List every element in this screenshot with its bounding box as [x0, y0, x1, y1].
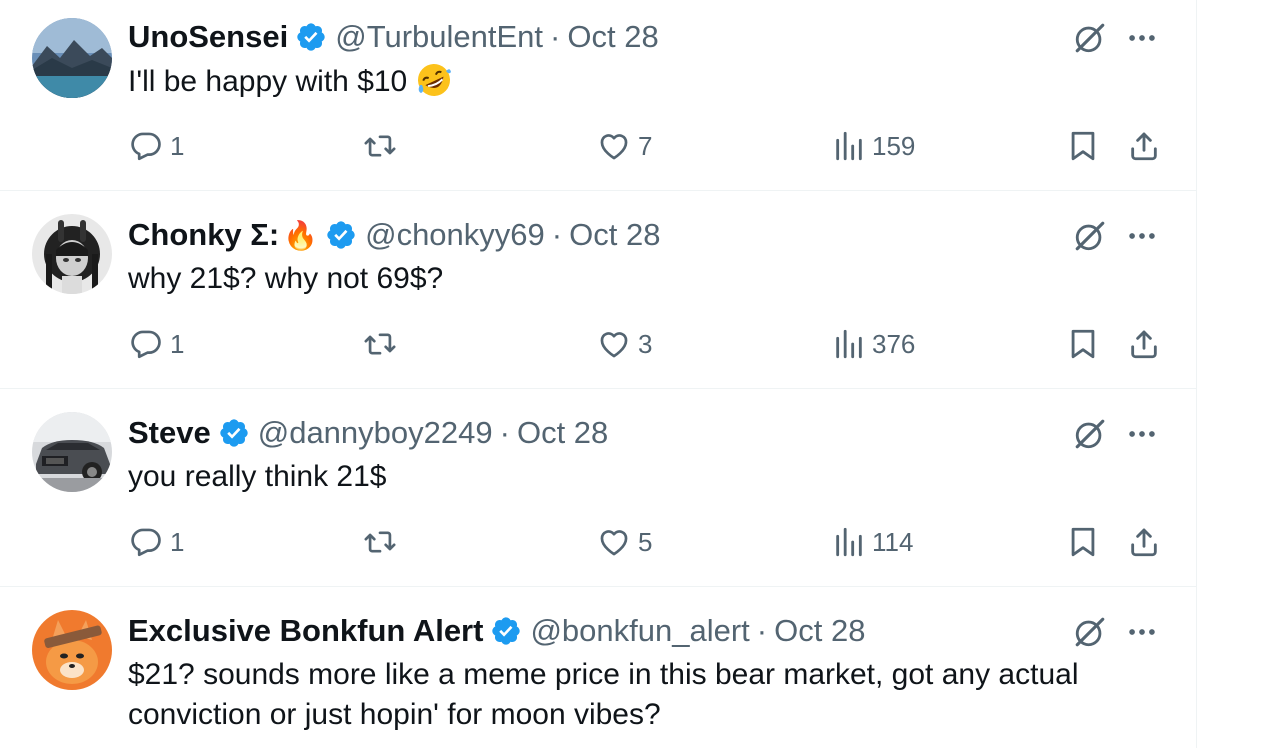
- tweet-text: you really think 21$: [128, 460, 387, 493]
- bookmark-icon: [1066, 129, 1100, 163]
- heart-icon: [596, 129, 632, 163]
- retweet-button[interactable]: [360, 327, 400, 361]
- author-handle[interactable]: @chonkyy69: [365, 217, 545, 253]
- author-handle[interactable]: @bonkfun_alert: [530, 613, 749, 649]
- reply-icon: [128, 129, 164, 163]
- avatar[interactable]: [32, 18, 112, 98]
- author-handle[interactable]: @dannyboy2249: [258, 415, 493, 451]
- share-icon: [1126, 327, 1162, 361]
- author-name[interactable]: Exclusive Bonkfun Alert: [128, 613, 483, 649]
- tweet-text: $21? sounds more like a meme price in th…: [128, 658, 1079, 731]
- share-icon: [1126, 129, 1162, 163]
- timestamp[interactable]: Oct 28: [569, 217, 660, 253]
- share-button[interactable]: [1126, 129, 1162, 163]
- views-icon: [832, 327, 866, 361]
- tweet-text: why 21$? why not 69$?: [128, 262, 444, 295]
- avatar[interactable]: [32, 610, 112, 690]
- reply-count: 1: [170, 526, 185, 557]
- grok-icon[interactable]: [1072, 614, 1108, 650]
- reply-count: 1: [170, 130, 185, 161]
- views-button[interactable]: 376: [832, 327, 915, 361]
- author-name[interactable]: UnoSensei: [128, 19, 288, 55]
- reply-feed: UnoSensei @TurbulentEnt · Oct 28 I'll be…: [0, 0, 1197, 748]
- reply-button[interactable]: 1: [128, 129, 184, 163]
- author-handle[interactable]: @TurbulentEnt: [335, 19, 543, 55]
- bookmark-button[interactable]: [1066, 129, 1100, 163]
- bookmark-icon: [1066, 525, 1100, 559]
- timestamp[interactable]: Oct 28: [567, 19, 658, 55]
- like-button[interactable]: 3: [596, 327, 652, 361]
- share-button[interactable]: [1126, 525, 1162, 559]
- reply-icon: [128, 327, 164, 361]
- reply-icon: [128, 525, 164, 559]
- reply-count: 1: [170, 328, 185, 359]
- views-icon: [832, 129, 866, 163]
- separator: ·: [499, 415, 510, 450]
- verified-badge-icon: [325, 219, 357, 251]
- view-count: 114: [872, 526, 914, 557]
- views-button[interactable]: 159: [832, 129, 915, 163]
- retweet-icon: [360, 525, 400, 559]
- heart-icon: [596, 525, 632, 559]
- fire-emoji: 🔥: [283, 219, 319, 251]
- verified-badge-icon: [295, 21, 327, 53]
- author-name[interactable]: Steve: [128, 415, 211, 451]
- more-icon[interactable]: [1124, 416, 1160, 452]
- grok-icon[interactable]: [1072, 416, 1108, 452]
- retweet-button[interactable]: [360, 129, 400, 163]
- retweet-icon: [360, 327, 400, 361]
- like-button[interactable]: 5: [596, 525, 652, 559]
- timestamp[interactable]: Oct 28: [517, 415, 608, 451]
- bookmark-icon: [1066, 327, 1100, 361]
- reply-button[interactable]: 1: [128, 327, 184, 361]
- tweet[interactable]: Steve @dannyboy2249 · Oct 28 you really …: [0, 388, 1196, 587]
- tweet[interactable]: UnoSensei @TurbulentEnt · Oct 28 I'll be…: [0, 0, 1196, 191]
- like-button[interactable]: 7: [596, 129, 652, 163]
- heart-icon: [596, 327, 632, 361]
- more-icon[interactable]: [1124, 218, 1160, 254]
- more-icon[interactable]: [1124, 614, 1160, 650]
- more-icon[interactable]: [1124, 20, 1160, 56]
- avatar[interactable]: [32, 214, 112, 294]
- rolling-laughing-emoji-icon: [418, 64, 452, 96]
- author-name[interactable]: Chonky Σ:: [128, 217, 279, 253]
- reply-button[interactable]: 1: [128, 525, 184, 559]
- avatar[interactable]: [32, 412, 112, 492]
- tweet[interactable]: Exclusive Bonkfun Alert @bonkfun_alert ·…: [0, 586, 1196, 748]
- bookmark-button[interactable]: [1066, 525, 1100, 559]
- tweet-text-container: I'll be happy with $10: [128, 61, 1128, 102]
- retweet-icon: [360, 129, 400, 163]
- view-count: 376: [872, 328, 916, 359]
- share-icon: [1126, 525, 1162, 559]
- share-button[interactable]: [1126, 327, 1162, 361]
- view-count: 159: [872, 130, 916, 161]
- retweet-button[interactable]: [360, 525, 400, 559]
- views-icon: [832, 525, 866, 559]
- like-count: 3: [638, 328, 653, 359]
- verified-badge-icon: [218, 417, 250, 449]
- like-count: 5: [638, 526, 653, 557]
- tweet[interactable]: Chonky Σ: 🔥 @chonkyy69 · Oct 28 why 21$?…: [0, 190, 1196, 389]
- separator: ·: [756, 613, 768, 648]
- grok-icon[interactable]: [1072, 218, 1108, 254]
- grok-icon[interactable]: [1072, 20, 1108, 56]
- separator: ·: [551, 217, 563, 252]
- separator: ·: [550, 19, 561, 54]
- bookmark-button[interactable]: [1066, 327, 1100, 361]
- views-button[interactable]: 114: [832, 525, 913, 559]
- like-count: 7: [638, 130, 653, 161]
- timestamp[interactable]: Oct 28: [774, 613, 865, 649]
- verified-badge-icon: [490, 615, 522, 647]
- tweet-text: I'll be happy with $10: [128, 65, 408, 98]
